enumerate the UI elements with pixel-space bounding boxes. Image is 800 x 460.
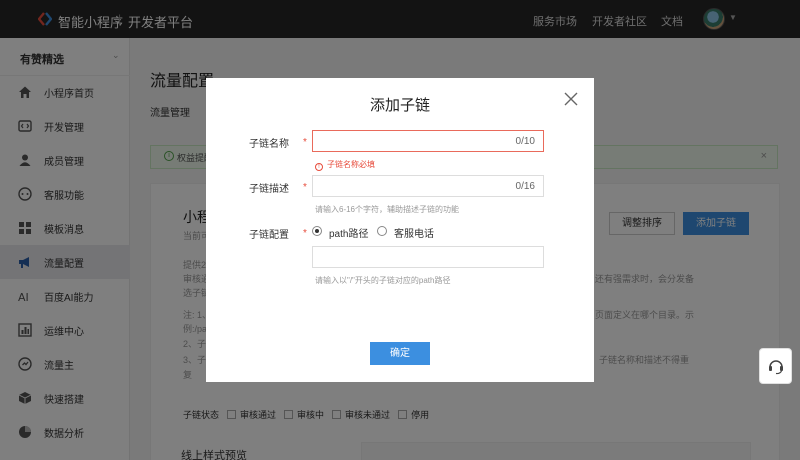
radio-service-label[interactable]: 客服电话 bbox=[394, 225, 434, 240]
desc-input[interactable]: 0/16 bbox=[312, 175, 544, 197]
support-button[interactable] bbox=[759, 348, 792, 384]
name-label: 子链名称 bbox=[249, 139, 289, 150]
required-mark: * bbox=[303, 228, 307, 239]
path-hint: 请输入以"/"开头的子链对应的path路径 bbox=[315, 276, 451, 285]
confirm-button[interactable]: 确定 bbox=[370, 342, 430, 365]
name-counter: 0/10 bbox=[515, 136, 535, 147]
desc-counter: 0/16 bbox=[515, 181, 535, 192]
name-error: ! 子链名称必填 bbox=[315, 159, 375, 171]
name-error-text: 子链名称必填 bbox=[327, 160, 375, 169]
close-icon[interactable] bbox=[562, 90, 580, 108]
add-subchain-dialog: 添加子链 子链名称 * 0/10 ! 子链名称必填 子链描述 * 0/16 请输入… bbox=[206, 78, 594, 382]
desc-label: 子链描述 bbox=[249, 184, 289, 195]
required-mark: * bbox=[303, 182, 307, 193]
radio-service[interactable] bbox=[377, 226, 387, 236]
headset-icon bbox=[769, 360, 783, 375]
name-input[interactable]: 0/10 bbox=[312, 130, 544, 152]
desc-hint: 请输入6-16个字符，辅助描述子链的功能 bbox=[315, 205, 460, 214]
error-icon: ! bbox=[315, 163, 323, 171]
radio-path-label[interactable]: path路径 bbox=[329, 225, 368, 240]
radio-path[interactable] bbox=[312, 226, 322, 236]
dialog-title: 添加子链 bbox=[369, 97, 430, 114]
path-input[interactable] bbox=[312, 246, 544, 268]
required-mark: * bbox=[303, 137, 307, 148]
config-label: 子链配置 bbox=[249, 230, 289, 241]
